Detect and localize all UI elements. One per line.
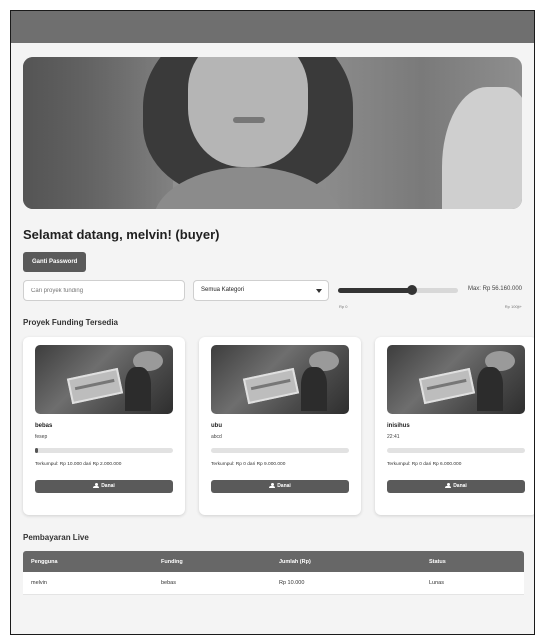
welcome-heading: Selamat datang, melvin! (buyer) — [23, 227, 220, 242]
project-progress-bar — [35, 448, 173, 453]
table-row: melvin bebas Rp 10.000 Lunas — [23, 572, 524, 595]
top-navbar — [11, 11, 534, 43]
user-icon — [93, 483, 100, 488]
user-icon — [445, 483, 452, 488]
fund-button-label: Danai — [101, 483, 115, 489]
column-header: Status — [429, 558, 446, 565]
project-card-list: bebas fesep Terkumpul: Rp 10.000 dari Rp… — [11, 337, 534, 515]
fund-button-label: Danai — [453, 483, 467, 489]
category-select-value: Semua Kategori — [201, 287, 245, 293]
max-price-label: Max: Rp 56.160.000 — [467, 286, 522, 292]
project-description: 22:41 — [387, 434, 400, 440]
column-header: Pengguna — [31, 558, 58, 565]
project-raised-text: Terkumpul: Rp 0 dari Rp 9.000.000 — [211, 462, 286, 467]
project-image — [211, 345, 349, 414]
max-price-slider[interactable] — [338, 285, 458, 295]
category-select[interactable]: Semua Kategori — [193, 280, 329, 301]
project-progress-bar — [211, 448, 349, 453]
project-name: bebas — [35, 423, 53, 429]
project-card: bebas fesep Terkumpul: Rp 10.000 dari Rp… — [23, 337, 185, 515]
slider-min-label: Rp 0 — [339, 304, 348, 309]
project-card: inisihus 22:41 Terkumpul: Rp 0 dari Rp 6… — [375, 337, 534, 515]
slider-max-label: Rp 100jt+ — [504, 304, 522, 309]
column-header: Funding — [161, 558, 183, 565]
hero-person-illustration — [143, 57, 353, 209]
hero-banner-image — [23, 57, 522, 209]
table-header-row: Pengguna Funding Jumlah (Rp) Status — [23, 551, 524, 572]
table-cell: bebas — [153, 572, 271, 595]
project-name: inisihus — [387, 423, 410, 429]
project-image — [387, 345, 525, 414]
column-header: Jumlah (Rp) — [279, 558, 311, 565]
user-icon — [269, 483, 276, 488]
fund-button[interactable]: Danai — [387, 480, 525, 493]
app-frame: Selamat datang, melvin! (buyer) Ganti Pa… — [10, 10, 535, 635]
change-password-button[interactable]: Ganti Password — [23, 252, 87, 272]
chevron-down-icon — [316, 289, 322, 293]
filter-bar: Semua Kategori Max: Rp 56.160.000 Rp 0 R… — [11, 280, 534, 318]
project-image — [35, 345, 173, 414]
fund-button[interactable]: Danai — [35, 480, 173, 493]
project-description: fesep — [35, 434, 48, 440]
project-raised-text: Terkumpul: Rp 0 dari Rp 6.000.000 — [387, 462, 462, 467]
table-cell: melvin — [23, 572, 153, 595]
search-input[interactable] — [23, 280, 185, 301]
fund-button-label: Danai — [277, 483, 291, 489]
project-raised-text: Terkumpul: Rp 10.000 dari Rp 2.000.000 — [35, 462, 122, 467]
project-description: abcd — [211, 434, 222, 440]
project-name: ubu — [211, 423, 222, 429]
live-payments-table: Pengguna Funding Jumlah (Rp) Status melv… — [23, 551, 524, 595]
live-payments-title: Pembayaran Live — [23, 533, 89, 542]
fund-button[interactable]: Danai — [211, 480, 349, 493]
table-cell: Lunas — [421, 572, 524, 595]
project-card: ubu abcd Terkumpul: Rp 0 dari Rp 9.000.0… — [199, 337, 361, 515]
table-cell: Rp 10.000 — [271, 572, 421, 595]
project-progress-bar — [387, 448, 525, 453]
projects-section-title: Proyek Funding Tersedia — [23, 318, 118, 327]
slider-thumb[interactable] — [407, 285, 418, 295]
